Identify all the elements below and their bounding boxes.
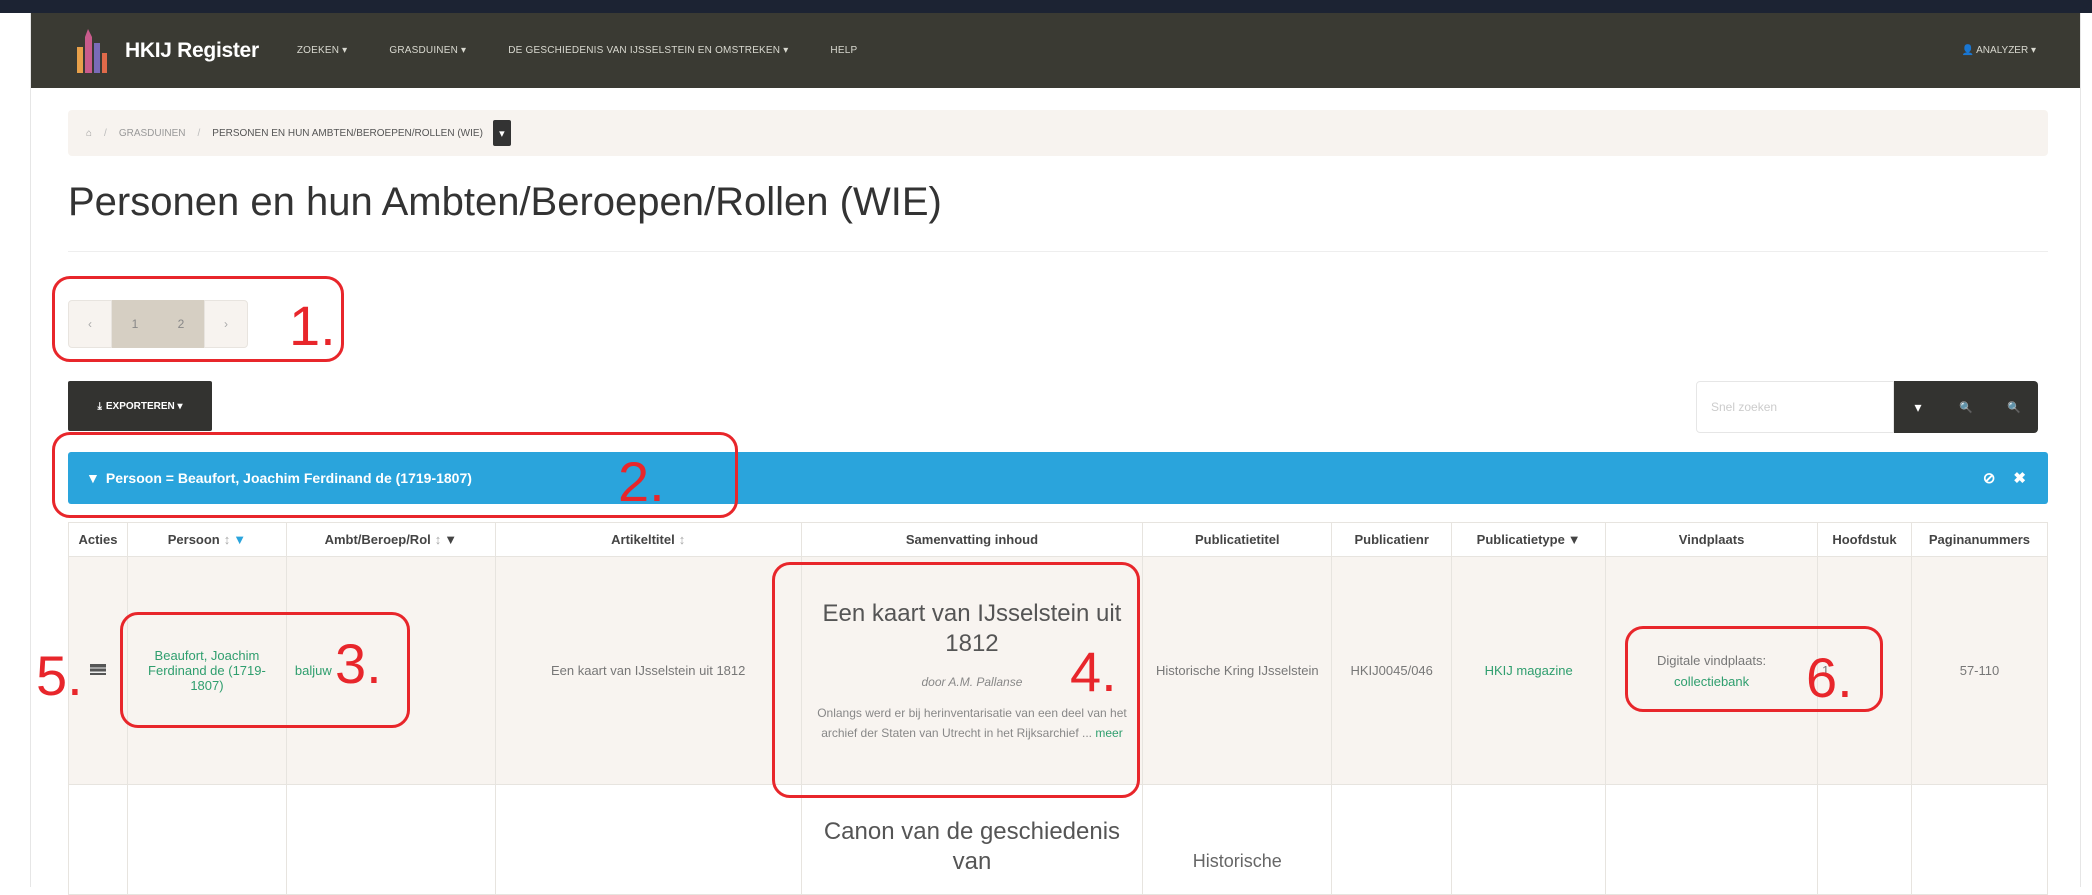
publicatienr-cell bbox=[1331, 784, 1453, 895]
column-header-ambt[interactable]: Ambt/Beroep/Rol ↕ ▼ bbox=[285, 522, 496, 557]
publicatietype-link[interactable]: HKIJ magazine bbox=[1485, 663, 1573, 678]
annotation-label-5: 5. bbox=[36, 644, 83, 707]
nav-item-grasduinen[interactable]: GRASDUINEN ▾ bbox=[389, 45, 466, 56]
column-header-samenvatting: Samenvatting inhoud bbox=[800, 522, 1144, 557]
sort-icon: ↕ bbox=[223, 532, 231, 547]
nav-item-geschiedenis[interactable]: DE GESCHIEDENIS VAN IJSSELSTEIN EN OMSTR… bbox=[508, 45, 788, 56]
filter-icon: ▼ bbox=[1567, 532, 1581, 547]
table-row: Canon van de geschiedenis van Historisch… bbox=[68, 784, 2049, 895]
export-button-label: EXPORTEREN ▾ bbox=[105, 400, 183, 412]
breadcrumb-separator: / bbox=[197, 127, 201, 139]
annotation-label-1: 1. bbox=[289, 294, 336, 357]
sort-icon: ↕ bbox=[678, 532, 686, 547]
brand-title[interactable]: HKIJ Register bbox=[125, 39, 259, 63]
column-header-vindplaats: Vindplaats bbox=[1605, 522, 1818, 557]
nav-item-help[interactable]: HELP bbox=[830, 45, 857, 56]
details-card-icon[interactable] bbox=[89, 664, 106, 675]
annotation-label-2: 2. bbox=[618, 450, 665, 513]
home-icon[interactable]: ⌂ bbox=[86, 128, 92, 139]
breadcrumb-dropdown-button[interactable]: ▾ bbox=[492, 120, 511, 146]
publicatietitel-cell: Historische bbox=[1142, 784, 1333, 895]
row-actions-cell bbox=[68, 784, 128, 895]
column-header-paginanummers: Paginanummers bbox=[1910, 522, 2049, 557]
logo-icon[interactable] bbox=[69, 27, 113, 75]
page-title: Personen en hun Ambten/Beroepen/Rollen (… bbox=[68, 180, 942, 224]
export-button[interactable]: ⤓ EXPORTEREN ▾ bbox=[68, 381, 212, 431]
quick-search-input[interactable] bbox=[1696, 381, 1894, 433]
remove-filter-icon[interactable]: ✖ bbox=[2013, 469, 2026, 487]
samenvatting-cell: Canon van de geschiedenis van bbox=[800, 784, 1144, 895]
hoofdstuk-cell bbox=[1816, 784, 1912, 895]
user-menu[interactable]: 👤 ANALYZER ▾ bbox=[1961, 45, 2036, 56]
advanced-search-button[interactable]: 🔍 bbox=[1990, 381, 2038, 433]
publicatietype-cell: HKIJ magazine bbox=[1451, 556, 1607, 785]
table-header-row: Acties Persoon ↕ ▼ Ambt/Beroep/Rol ↕ ▼ Artik… bbox=[68, 522, 2049, 557]
column-header-publicatietitel: Publicatietitel bbox=[1142, 522, 1333, 557]
ambt-cell bbox=[285, 784, 496, 895]
quick-search-group: ▾ 🔍 🔍 bbox=[1696, 381, 2038, 433]
publicatietype-cell bbox=[1451, 784, 1607, 895]
nav-item-zoeken[interactable]: ZOEKEN ▾ bbox=[297, 45, 348, 56]
column-header-persoon[interactable]: Persoon ↕ ▼ bbox=[126, 522, 287, 557]
search-options-dropdown-button[interactable]: ▾ bbox=[1894, 381, 1942, 433]
sort-icon: ↕ bbox=[434, 532, 442, 547]
vindplaats-cell bbox=[1605, 784, 1818, 895]
window-top-strip bbox=[0, 0, 2092, 13]
breadcrumb-separator: / bbox=[104, 127, 107, 139]
user-menu-label: ANALYZER ▾ bbox=[1976, 45, 2036, 56]
artikeltitel-cell bbox=[494, 784, 802, 895]
breadcrumb-item-grasduinen[interactable]: GRASDUINEN bbox=[119, 128, 186, 139]
column-header-artikeltitel[interactable]: Artikeltitel ↕ bbox=[494, 522, 802, 557]
publicatietitel-cell: Historische Kring IJsselstein bbox=[1142, 556, 1333, 785]
summary-title: Canon van de geschiedenis van bbox=[823, 818, 1121, 875]
paginanummers-cell bbox=[1910, 784, 2049, 895]
paginanummers-cell: 57-110 bbox=[1910, 556, 2049, 785]
column-header-publicatienr: Publicatienr bbox=[1331, 522, 1453, 557]
column-header-acties: Acties bbox=[68, 522, 128, 557]
publicatienr-cell: HKIJ0045/046 bbox=[1331, 556, 1453, 785]
right-margin bbox=[2080, 13, 2092, 887]
filter-icon: ▼ bbox=[444, 532, 458, 547]
navbar: HKIJ Register ZOEKEN ▾ GRASDUINEN ▾ DE G… bbox=[31, 13, 2080, 88]
disable-filter-icon[interactable]: ⊘ bbox=[1983, 469, 1996, 487]
user-icon: 👤 bbox=[1961, 45, 1974, 56]
filter-active-icon: ▼ bbox=[233, 532, 247, 547]
annotation-label-6: 6. bbox=[1806, 646, 1853, 709]
nav-menu: ZOEKEN ▾ GRASDUINEN ▾ DE GESCHIEDENIS VA… bbox=[297, 45, 900, 56]
artikeltitel-cell: Een kaart van IJsselstein uit 1812 bbox=[494, 556, 802, 785]
divider bbox=[68, 251, 2048, 252]
annotation-label-4: 4. bbox=[1070, 640, 1117, 703]
persoon-cell bbox=[126, 784, 287, 895]
download-icon: ⤓ bbox=[97, 400, 102, 412]
zoom-search-icon: 🔍 bbox=[2007, 401, 2021, 414]
column-header-hoofdstuk: Hoofdstuk bbox=[1816, 522, 1912, 557]
search-icon: 🔍 bbox=[1959, 401, 1973, 414]
breadcrumb-item-current: PERSONEN EN HUN AMBTEN/BEROEPEN/ROLLEN (… bbox=[212, 127, 483, 139]
column-header-publicatietype[interactable]: Publicatietype ▼ bbox=[1451, 522, 1607, 557]
annotation-label-3: 3. bbox=[335, 632, 382, 695]
search-button[interactable]: 🔍 bbox=[1942, 381, 1990, 433]
breadcrumb: ⌂ / GRASDUINEN / PERSONEN EN HUN AMBTEN/… bbox=[68, 110, 2048, 156]
left-margin bbox=[0, 13, 31, 887]
